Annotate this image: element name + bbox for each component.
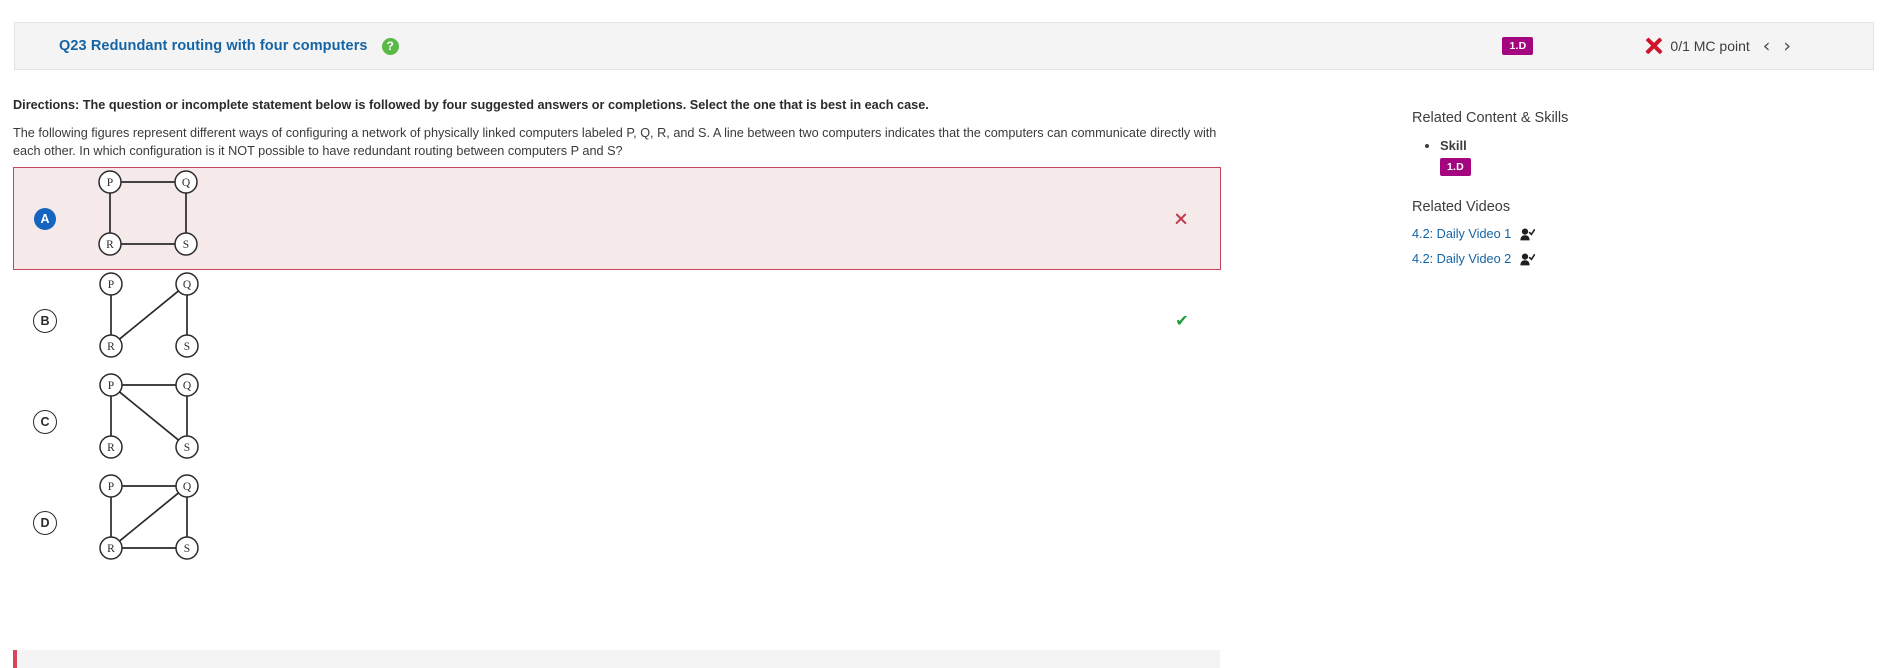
option-figure-a: P Q R S bbox=[76, 168, 226, 269]
header-skill-tag: 1.D bbox=[1502, 37, 1534, 55]
option-figure-d: P Q R S bbox=[77, 472, 227, 573]
person-check-icon bbox=[1520, 253, 1536, 266]
next-question-button[interactable]: › bbox=[1783, 36, 1791, 56]
score-group: 0/1 MC point ‹ › bbox=[1645, 36, 1791, 56]
x-mark-icon bbox=[1645, 37, 1663, 55]
node-label-q: Q bbox=[183, 380, 192, 392]
x-mark-icon bbox=[1175, 213, 1187, 225]
node-label-r: R bbox=[106, 239, 114, 251]
question-mark-icon[interactable]: ? bbox=[381, 37, 399, 55]
skill-chip-wrap: 1.D bbox=[1440, 158, 1842, 176]
related-video-item[interactable]: 4.2: Daily Video 1 bbox=[1412, 227, 1842, 241]
answer-option-b[interactable]: B P Q R S ✔ bbox=[13, 270, 1221, 371]
node-label-p: P bbox=[107, 177, 113, 189]
related-videos-heading: Related Videos bbox=[1412, 199, 1511, 215]
option-result-mark-c bbox=[1173, 413, 1191, 431]
node-label-q: Q bbox=[183, 481, 192, 493]
node-label-p: P bbox=[108, 481, 114, 493]
skill-list: Skill 1.D bbox=[1440, 138, 1842, 176]
answer-option-c[interactable]: C P Q R S bbox=[13, 371, 1221, 472]
option-figure-b: P Q R S bbox=[77, 270, 227, 371]
question-stem-text: The following figures represent differen… bbox=[13, 126, 1217, 158]
answer-option-a[interactable]: A P Q R S bbox=[13, 167, 1221, 270]
node-label-s: S bbox=[184, 442, 190, 454]
option-letter-a[interactable]: A bbox=[34, 207, 56, 230]
check-mark-icon: ✔ bbox=[1175, 310, 1189, 330]
answer-option-d[interactable]: D P Q R S bbox=[13, 472, 1221, 573]
node-label-s: S bbox=[183, 239, 189, 251]
skill-list-item: Skill 1.D bbox=[1440, 138, 1842, 176]
sidebar-skill-chip[interactable]: 1.D bbox=[1440, 158, 1471, 176]
option-letter-c[interactable]: C bbox=[33, 409, 57, 434]
bottom-accent-strip bbox=[13, 650, 1220, 668]
answer-options-list: A P Q R S B P Q R S ✔ C P Q R S D P Q R S bbox=[13, 167, 1223, 573]
node-label-r: R bbox=[107, 442, 115, 454]
node-label-q: Q bbox=[183, 279, 192, 291]
node-label-r: R bbox=[107, 543, 115, 555]
edge-q-r bbox=[118, 290, 180, 340]
question-header-bar: Q23 Redundant routing with four computer… bbox=[14, 22, 1874, 70]
node-label-p: P bbox=[108, 279, 114, 291]
skill-label: Skill bbox=[1440, 138, 1467, 153]
previous-question-button[interactable]: ‹ bbox=[1763, 36, 1771, 56]
related-video-link[interactable]: 4.2: Daily Video 1 bbox=[1412, 227, 1511, 241]
score-text: 0/1 MC point bbox=[1670, 38, 1750, 54]
edge-q-r bbox=[118, 492, 180, 542]
option-result-mark-a bbox=[1172, 210, 1190, 228]
network-diagram-option-a: P Q R S bbox=[98, 170, 198, 256]
related-videos-list: 4.2: Daily Video 1 4.2: Daily Video 2 bbox=[1412, 227, 1842, 266]
question-title-group: Q23 Redundant routing with four computer… bbox=[59, 37, 399, 55]
node-label-q: Q bbox=[182, 177, 191, 189]
directions-text: Directions: The question or incomplete s… bbox=[13, 98, 929, 112]
related-sidebar: Related Content & Skills Skill 1.D Relat… bbox=[1412, 110, 1842, 277]
option-figure-c: P Q R S bbox=[77, 371, 227, 472]
question-title-link[interactable]: Q23 Redundant routing with four computer… bbox=[59, 38, 368, 54]
network-diagram-option-b: P Q R S bbox=[99, 272, 199, 358]
person-check-icon bbox=[1520, 228, 1536, 241]
node-label-p: P bbox=[108, 380, 114, 392]
related-content-heading: Related Content & Skills bbox=[1412, 110, 1569, 126]
node-label-s: S bbox=[184, 341, 190, 353]
network-diagram-option-d: P Q R S bbox=[99, 474, 199, 560]
option-result-mark-b: ✔ bbox=[1173, 312, 1191, 330]
header-right-group: 1.D 0/1 MC point ‹ › bbox=[1502, 36, 1791, 56]
option-letter-d[interactable]: D bbox=[33, 510, 57, 535]
node-label-s: S bbox=[184, 543, 190, 555]
network-diagram-option-c: P Q R S bbox=[99, 373, 199, 459]
edge-p-s bbox=[118, 391, 180, 441]
option-result-mark-d bbox=[1173, 514, 1191, 532]
option-letter-b[interactable]: B bbox=[33, 308, 57, 333]
related-video-link[interactable]: 4.2: Daily Video 2 bbox=[1412, 252, 1511, 266]
related-video-item[interactable]: 4.2: Daily Video 2 bbox=[1412, 252, 1842, 266]
node-label-r: R bbox=[107, 341, 115, 353]
